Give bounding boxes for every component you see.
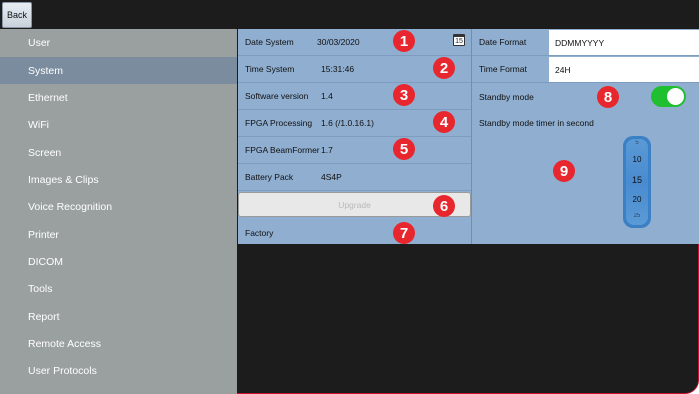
battery-pack-label: Battery Pack — [245, 172, 294, 182]
wheel-value: 5 — [635, 140, 639, 146]
callout-badge-1: 1 — [393, 30, 415, 52]
callout-badge-9: 9 — [553, 160, 575, 182]
sidebar-item-user[interactable]: User — [0, 29, 237, 56]
factory-row[interactable]: Factory — [238, 219, 471, 246]
callout-badge-6: 6 — [433, 195, 455, 217]
sidebar-item-system[interactable]: System — [0, 57, 237, 84]
sidebar-item-images-clips[interactable]: Images & Clips — [0, 166, 237, 193]
wheel-value: 10 — [632, 155, 642, 164]
sidebar-item-remote-access[interactable]: Remote Access — [0, 330, 237, 357]
fpga-beamformer-row: FPGA BeamFormer 1.7 — [238, 137, 471, 164]
time-system-value: 15:31:46 — [321, 64, 355, 74]
date-format-label: Date Format — [479, 37, 527, 47]
wheel-value: 25 — [633, 213, 641, 219]
factory-label: Factory — [245, 227, 274, 238]
sidebar-item-dicom[interactable]: DICOM — [0, 248, 237, 275]
callout-badge-5: 5 — [393, 138, 415, 160]
toggle-knob — [667, 88, 684, 105]
standby-timer-wheel[interactable]: 5 10 15 20 25 — [623, 136, 651, 228]
sidebar-item-voice-recognition[interactable]: Voice Recognition — [0, 193, 237, 220]
fpga-beamformer-value: 1.7 — [321, 145, 333, 155]
callout-badge-7: 7 — [393, 222, 415, 244]
sidebar-item-report[interactable]: Report — [0, 303, 237, 330]
date-system-label: Date System — [245, 37, 294, 47]
wheel-value: 15 — [631, 175, 642, 185]
date-format-select[interactable]: DDMMYYYY — [549, 30, 699, 55]
wheel-value: 20 — [632, 195, 642, 204]
date-system-row: Date System 30/03/2020 — [238, 29, 471, 56]
time-system-label: Time System — [245, 64, 295, 74]
battery-pack-value: 4S4P — [321, 172, 342, 182]
wheel-track: 5 10 15 20 25 — [626, 139, 648, 225]
time-format-select[interactable]: 24H — [549, 57, 699, 82]
battery-pack-row: Battery Pack 4S4P — [238, 164, 471, 191]
fpga-processing-label: FPGA Processing — [245, 118, 313, 128]
sidebar-item-ethernet[interactable]: Ethernet — [0, 84, 237, 111]
sidebar-item-wifi[interactable]: WiFi — [0, 111, 237, 138]
callout-badge-8: 8 — [597, 86, 619, 108]
date-system-value: 30/03/2020 — [317, 37, 360, 47]
back-button[interactable]: Back — [2, 2, 32, 28]
calendar-icon[interactable]: 15 — [453, 34, 465, 46]
sidebar-item-tools[interactable]: Tools — [0, 275, 237, 302]
standby-mode-toggle[interactable] — [651, 86, 686, 107]
standby-timer-label: Standby mode timer in second — [479, 118, 594, 128]
sidebar: User System Ethernet WiFi Screen Images … — [0, 29, 237, 394]
callout-badge-4: 4 — [433, 111, 455, 133]
sidebar-item-screen[interactable]: Screen — [0, 139, 237, 166]
sidebar-item-user-protocols[interactable]: User Protocols — [0, 357, 237, 384]
callout-badge-2: 2 — [433, 57, 455, 79]
software-version-row: Software version 1.4 — [238, 83, 471, 110]
software-version-label: Software version — [245, 91, 309, 101]
sidebar-item-printer[interactable]: Printer — [0, 221, 237, 248]
callout-badge-3: 3 — [393, 84, 415, 106]
top-bar: Back — [0, 0, 699, 29]
standby-mode-label: Standby mode — [479, 91, 534, 102]
fpga-processing-value: 1.6 (/1.0.16.1) — [321, 118, 374, 128]
software-version-value: 1.4 — [321, 91, 333, 101]
fpga-beamformer-label: FPGA BeamFormer — [245, 145, 320, 155]
time-format-label: Time Format — [479, 64, 527, 74]
